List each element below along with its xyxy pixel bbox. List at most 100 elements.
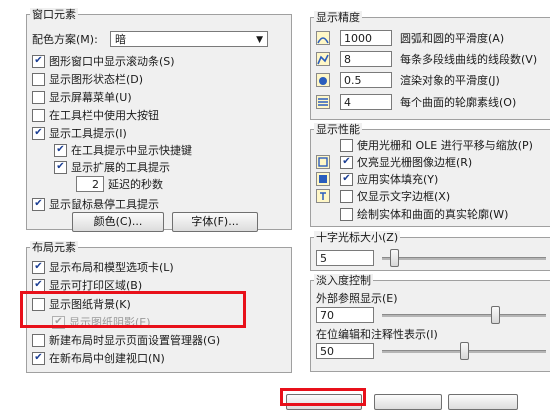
checkbox-label: 应用实体填充(Y): [357, 173, 439, 186]
checkbox-icon: ✔: [32, 54, 45, 68]
checkbox-icon: ✔: [54, 143, 67, 157]
checkbox-label: 显示屏幕菜单(U): [49, 91, 132, 104]
inplace-fade-label: 在位编辑和注释性表示(I): [316, 328, 438, 341]
color-scheme-label: 配色方案(M):: [32, 33, 98, 46]
inplace-fade-slider-thumb[interactable]: [459, 342, 469, 360]
checkbox-icon: ✔: [32, 278, 45, 292]
checkbox-label: 在工具栏中使用大按钮: [49, 109, 159, 122]
checkbox-label: 显示鼠标悬停工具提示: [49, 198, 159, 211]
checkbox-icon: [340, 138, 353, 152]
layout-elements-title: 布局元素: [30, 241, 78, 254]
crosshair-slider-thumb[interactable]: [389, 249, 399, 267]
chevron-down-icon: ▼: [256, 35, 263, 45]
checkbox-rollover-tooltips[interactable]: ✔ 显示鼠标悬停工具提示: [32, 196, 159, 212]
checkbox-tooltips[interactable]: ✔ 显示工具提示(I): [32, 125, 127, 141]
render-smoothness-row: 渲染对象的平滑度(J): [400, 72, 500, 88]
apply-button[interactable]: [448, 394, 518, 410]
contour-lines-label: 每个曲面的轮廓素线(O): [400, 96, 517, 109]
delay-seconds-input[interactable]: 2: [76, 176, 104, 192]
inplace-fade-row: 在位编辑和注释性表示(I): [316, 326, 438, 342]
polyline-segments-label: 每条多段线曲线的线段数(V): [400, 53, 538, 66]
checkbox-raster-ole[interactable]: 使用光栅和 OLE 进行平移与缩放(P): [340, 137, 533, 153]
checkbox-icon: [32, 108, 45, 122]
raster-frame-icon: [316, 155, 330, 172]
checkbox-scrollbars[interactable]: ✔ 图形窗口中显示滚动条(S): [32, 53, 175, 69]
checkbox-label: 显示图形状态栏(D): [49, 73, 144, 86]
checkbox-label: 绘制实体和曲面的真实轮廓(W): [357, 208, 509, 221]
checkbox-label: 显示工具提示(I): [49, 127, 127, 140]
arc-smoothness-icon: [316, 31, 330, 48]
checkbox-icon: [32, 333, 45, 347]
solid-fill-icon: [316, 172, 330, 189]
text-frame-icon: [316, 189, 330, 206]
checkbox-label: 在工具提示中显示快捷键: [71, 144, 192, 157]
checkbox-icon: [340, 207, 353, 221]
crosshair-size-input[interactable]: 5: [316, 250, 374, 266]
checkbox-label: 使用光栅和 OLE 进行平移与缩放(P): [357, 139, 533, 152]
colors-button[interactable]: 颜色(C)...: [72, 212, 164, 232]
checkbox-page-setup-manager[interactable]: 新建布局时显示页面设置管理器(G): [32, 332, 220, 348]
polyline-segments-icon: [316, 52, 330, 69]
checkbox-label: 显示扩展的工具提示: [71, 161, 170, 174]
display-performance-title: 显示性能: [314, 123, 362, 136]
checkbox-icon: [32, 72, 45, 86]
xref-fade-row: 外部参照显示(E): [316, 290, 398, 306]
xref-fade-input[interactable]: 70: [316, 307, 374, 323]
checkbox-label: 仅显示文字边框(X): [357, 190, 451, 203]
render-smoothness-label: 渲染对象的平滑度(J): [400, 74, 500, 87]
arc-smoothness-label: 圆弧和圆的平滑度(A): [400, 32, 505, 45]
checkbox-icon: ✔: [340, 155, 353, 169]
contour-lines-input[interactable]: 4: [340, 94, 392, 110]
checkbox-icon: ✔: [340, 172, 353, 186]
checkbox-text-frame[interactable]: 仅显示文字边框(X): [340, 188, 450, 204]
checkbox-solid-fill[interactable]: ✔ 应用实体填充(Y): [340, 171, 438, 187]
checkbox-screen-menu[interactable]: 显示屏幕菜单(U): [32, 89, 132, 105]
render-smoothness-icon: [316, 73, 330, 90]
xref-fade-label: 外部参照显示(E): [316, 292, 398, 305]
fade-control-title: 淡入度控制: [314, 274, 373, 287]
fonts-button[interactable]: 字体(F)...: [172, 212, 258, 232]
xref-fade-slider-track[interactable]: [382, 314, 546, 317]
contour-lines-icon: [316, 95, 330, 112]
color-scheme-value: 暗: [115, 33, 126, 46]
delay-seconds-label: 延迟的秒数: [108, 178, 163, 191]
checkbox-icon: ✔: [32, 351, 45, 365]
checkbox-create-viewport[interactable]: ✔ 在新布局中创建视口(N): [32, 350, 165, 366]
render-smoothness-input[interactable]: 0.5: [340, 72, 392, 88]
display-resolution-title: 显示精度: [314, 11, 362, 24]
checkbox-raster-frame[interactable]: ✔ 仅亮显光栅图像边框(R): [340, 154, 472, 170]
checkbox-true-silhouettes[interactable]: 绘制实体和曲面的真实轮廓(W): [340, 206, 508, 222]
checkbox-label: 图形窗口中显示滚动条(S): [49, 55, 175, 68]
cancel-button[interactable]: [374, 394, 442, 410]
highlight-box-paper-background: [20, 291, 246, 328]
checkbox-large-buttons[interactable]: 在工具栏中使用大按钮: [32, 107, 159, 123]
polyline-segments-row: 每条多段线曲线的线段数(V): [400, 51, 537, 67]
checkbox-extended-tooltips[interactable]: ✔ 显示扩展的工具提示: [54, 159, 170, 175]
color-scheme-select[interactable]: 暗 ▼: [110, 31, 268, 47]
checkbox-status-bar[interactable]: 显示图形状态栏(D): [32, 71, 143, 87]
crosshair-slider-track[interactable]: [382, 257, 546, 260]
arc-smoothness-input[interactable]: 1000: [340, 30, 392, 46]
inplace-fade-input[interactable]: 50: [316, 343, 374, 359]
window-elements-title: 窗口元素: [30, 8, 78, 21]
color-scheme-row: 配色方案(M):: [32, 31, 98, 47]
checkbox-icon: ✔: [32, 260, 45, 274]
checkbox-label: 新建布局时显示页面设置管理器(G): [49, 334, 221, 347]
xref-fade-slider-thumb[interactable]: [490, 306, 500, 324]
checkbox-icon: [340, 189, 353, 203]
polyline-segments-input[interactable]: 8: [340, 51, 392, 67]
checkbox-icon: ✔: [54, 160, 67, 174]
checkbox-icon: ✔: [32, 197, 45, 211]
contour-lines-row: 每个曲面的轮廓素线(O): [400, 94, 516, 110]
crosshair-size-title: 十字光标大小(Z): [314, 231, 401, 244]
checkbox-shortcut-keys[interactable]: ✔ 在工具提示中显示快捷键: [54, 142, 192, 158]
checkbox-label: 仅亮显光栅图像边框(R): [357, 156, 473, 169]
checkbox-label: 在新布局中创建视口(N): [49, 352, 165, 365]
delay-seconds-row: 延迟的秒数: [108, 176, 163, 192]
checkbox-icon: [32, 90, 45, 104]
arc-smoothness-row: 圆弧和圆的平滑度(A): [400, 30, 504, 46]
checkbox-label: 显示布局和模型选项卡(L): [49, 261, 174, 274]
checkbox-icon: ✔: [32, 126, 45, 140]
highlight-box-ok-button: [280, 388, 366, 406]
checkbox-layout-model-tabs[interactable]: ✔ 显示布局和模型选项卡(L): [32, 259, 174, 275]
